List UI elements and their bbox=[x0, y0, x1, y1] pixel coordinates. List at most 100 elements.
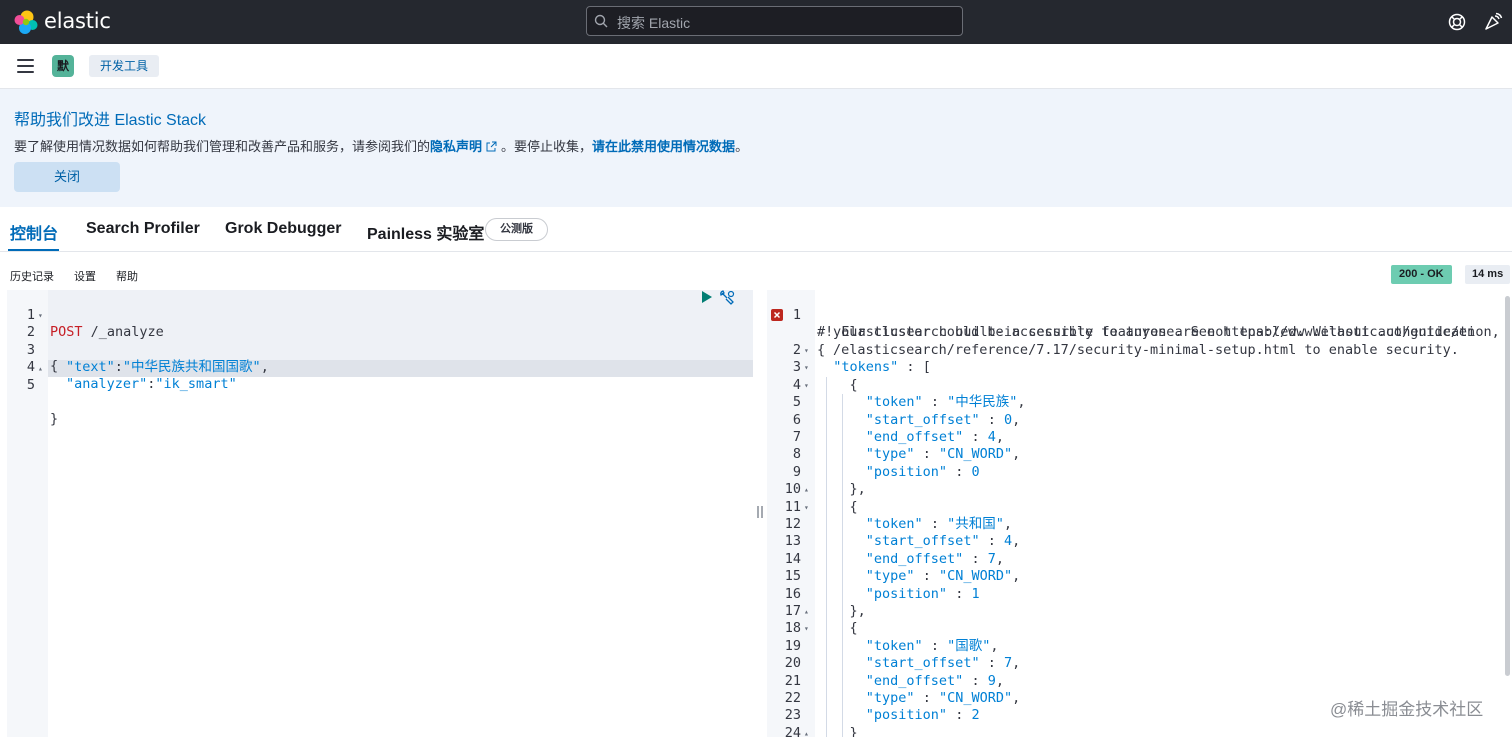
json-colon: : bbox=[114, 359, 123, 375]
line-number: 15 bbox=[784, 568, 801, 585]
notice-text-prefix: 要了解使用情况数据如何帮助我们管理和改善产品和服务，请参阅我们的 bbox=[14, 139, 431, 154]
line-number: 19 bbox=[784, 637, 801, 654]
json-value: "中华民族共和国国歌" bbox=[122, 359, 261, 375]
elastic-logo-icon[interactable] bbox=[13, 9, 39, 35]
tab-painless-lab[interactable]: Painless 实验室 bbox=[367, 220, 484, 244]
privacy-statement-link[interactable]: 隐私声明 bbox=[430, 139, 482, 154]
request-line: 2 ▾ { bbox=[7, 307, 58, 374]
code-text: { bbox=[817, 498, 858, 515]
notice-text-middle: 。要停止收集， bbox=[501, 139, 593, 154]
json-comma: , bbox=[260, 359, 269, 375]
disable-usage-data-link[interactable]: 请在此禁用使用情况数据 bbox=[592, 139, 735, 154]
fold-arrow-icon[interactable]: ▾ bbox=[38, 307, 43, 324]
line-number: 2 bbox=[792, 342, 801, 358]
fold-arrow-icon[interactable]: ▾ bbox=[804, 620, 809, 637]
help-menu[interactable]: 帮助 bbox=[116, 268, 138, 284]
search-icon bbox=[594, 14, 608, 28]
menu-toggle-icon[interactable] bbox=[17, 59, 34, 73]
notice-text-suffix: 。 bbox=[735, 139, 749, 154]
line-number: 14 bbox=[784, 550, 801, 567]
fold-arrow-icon[interactable]: ▴ bbox=[804, 603, 809, 620]
fold-arrow-icon[interactable]: ▾ bbox=[804, 342, 809, 359]
code-text: "type" : "CN_WORD", bbox=[865, 446, 1021, 463]
fold-arrow-icon[interactable]: ▾ bbox=[804, 359, 809, 376]
line-number: 20 bbox=[784, 655, 801, 672]
code-text: } bbox=[817, 724, 858, 737]
json-key: "analyzer" bbox=[66, 376, 148, 392]
notice-body: 要了解使用情况数据如何帮助我们管理和改善产品和服务，请参阅我们的隐私声明 。要停止… bbox=[14, 136, 748, 155]
code-text: { bbox=[817, 376, 858, 393]
line-number: 13 bbox=[784, 533, 801, 550]
tab-search-profiler[interactable]: Search Profiler bbox=[86, 220, 200, 238]
code-text: "end_offset" : 4, bbox=[865, 429, 1004, 445]
http-method: POST bbox=[50, 324, 83, 340]
close-button[interactable]: 关闭 bbox=[14, 162, 120, 192]
line-number: 5 bbox=[792, 394, 801, 411]
fold-arrow-icon[interactable]: ▴ bbox=[804, 725, 809, 737]
resize-handle-icon[interactable] bbox=[755, 505, 765, 519]
code-text: "type" : "CN_WORD", bbox=[865, 568, 1021, 585]
security-warning-text: your cluster could be accessible to anyo… bbox=[833, 324, 1476, 340]
breadcrumb-bar: 默 开发工具 bbox=[0, 44, 1512, 89]
line-number: 7 bbox=[792, 429, 801, 445]
top-navigation-bar: elastic 搜索 Elastic bbox=[0, 0, 1512, 44]
code-text: "type" : "CN_WORD", bbox=[865, 690, 1021, 706]
line-number: 21 bbox=[784, 672, 801, 689]
line-number: 12 bbox=[784, 516, 801, 532]
code-text: "token" : "国歌", bbox=[865, 637, 999, 654]
security-warning-text: /elasticsearch/reference/7.17/security-m… bbox=[833, 342, 1459, 358]
response-time-badge: 14 ms bbox=[1465, 265, 1511, 284]
devtools-tabs: 控制台 Search Profiler Grok Debugger Painle… bbox=[0, 207, 1512, 252]
brand-name[interactable]: elastic bbox=[44, 9, 111, 33]
help-icon[interactable] bbox=[1447, 12, 1467, 32]
line-number: 11 bbox=[784, 498, 801, 515]
fold-arrow-icon[interactable]: ▴ bbox=[804, 481, 809, 498]
code-text: "tokens" : [ bbox=[833, 359, 931, 376]
line-number: 22 bbox=[784, 690, 801, 706]
line-number: 23 bbox=[784, 707, 801, 724]
response-scrollbar[interactable] bbox=[1505, 296, 1510, 676]
breadcrumb[interactable]: 开发工具 bbox=[89, 55, 160, 77]
line-number: 6 bbox=[792, 411, 801, 428]
request-line: 3 "text":"中华民族共和国国歌", bbox=[7, 325, 269, 375]
code-text: "start_offset" : 7, bbox=[865, 655, 1021, 672]
line-number: 8 bbox=[792, 446, 801, 463]
space-avatar[interactable]: 默 bbox=[52, 55, 74, 77]
line-number: 4 bbox=[792, 376, 801, 393]
telemetry-notice: 帮助我们改进 Elastic Stack 要了解使用情况数据如何帮助我们管理和改… bbox=[0, 89, 1512, 207]
line-number: 24 bbox=[784, 724, 801, 737]
tab-grok-debugger[interactable]: Grok Debugger bbox=[225, 220, 341, 238]
play-icon[interactable] bbox=[701, 290, 713, 304]
history-menu[interactable]: 历史记录 bbox=[10, 268, 54, 284]
line-number: 3 bbox=[792, 359, 801, 376]
fold-arrow-icon[interactable]: ▾ bbox=[804, 377, 809, 394]
line-number: 9 bbox=[792, 463, 801, 480]
code-text: { bbox=[50, 358, 59, 374]
newsfeed-icon[interactable] bbox=[1483, 12, 1503, 32]
line-number: 5 bbox=[26, 377, 35, 393]
code-text: "end_offset" : 7, bbox=[865, 550, 1004, 567]
request-path: /_analyze bbox=[82, 324, 164, 340]
wrench-icon[interactable] bbox=[719, 290, 735, 306]
response-line: 1 #! Elasticsearch built-in security fea… bbox=[767, 290, 1500, 340]
request-editor[interactable]: 1 POST /_analyze 2 ▾ { 3 "text":"中华民族共和国… bbox=[7, 290, 753, 737]
tab-console[interactable]: 控制台 bbox=[10, 220, 58, 244]
code-text: "start_offset" : 4, bbox=[865, 533, 1021, 550]
response-line: /elasticsearch/reference/7.17/security-m… bbox=[767, 325, 1459, 358]
indent-guide bbox=[842, 394, 843, 737]
line-number: 17 bbox=[784, 603, 801, 619]
indent-guide bbox=[826, 377, 827, 737]
settings-menu[interactable]: 设置 bbox=[74, 268, 96, 284]
line-number: 10 bbox=[784, 481, 801, 498]
beta-badge: 公测版 bbox=[485, 218, 548, 241]
fold-arrow-icon[interactable]: ▴ bbox=[38, 360, 43, 377]
response-status-badge: 200 - OK bbox=[1391, 265, 1452, 284]
fold-arrow-icon[interactable]: ▾ bbox=[804, 499, 809, 516]
code-text: { bbox=[817, 620, 858, 637]
response-output[interactable]: 1 #! Elasticsearch built-in security fea… bbox=[767, 290, 1512, 737]
global-search-field[interactable]: 搜索 Elastic bbox=[586, 6, 963, 36]
json-key: "text" bbox=[66, 359, 115, 375]
request-line: 1 POST /_analyze bbox=[7, 290, 164, 340]
active-tab-indicator bbox=[8, 249, 59, 251]
external-link-icon bbox=[486, 141, 497, 152]
